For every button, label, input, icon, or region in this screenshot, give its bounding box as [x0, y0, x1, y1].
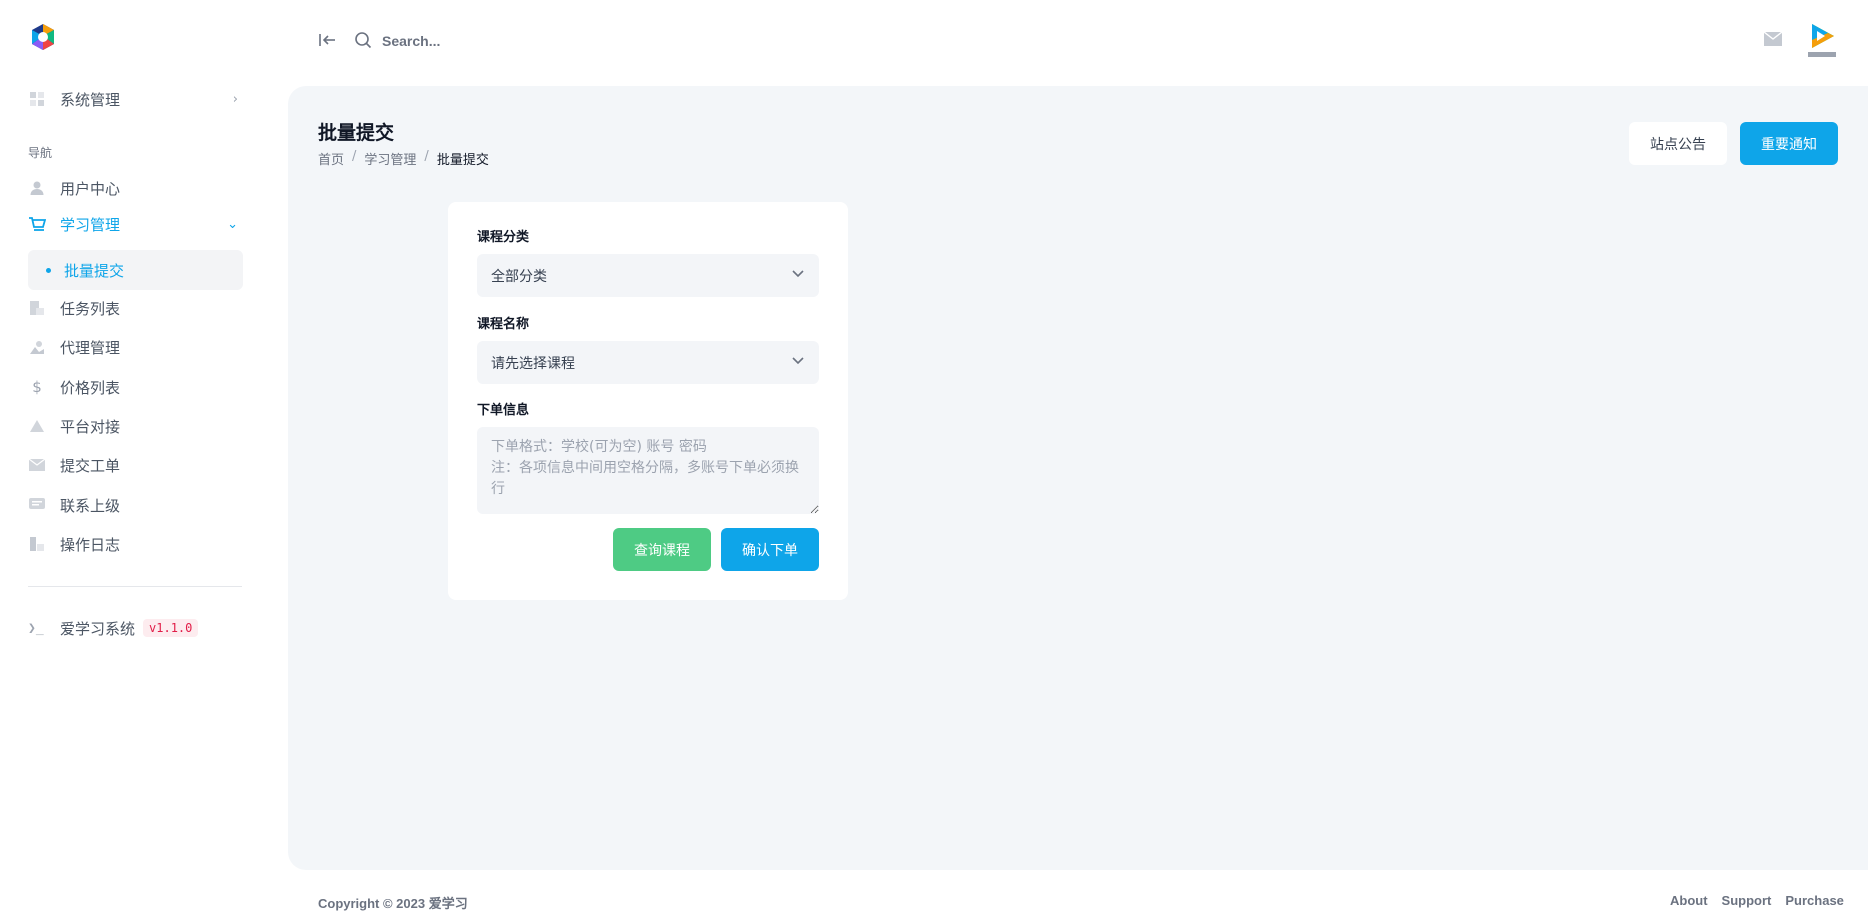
log-icon: [28, 535, 46, 553]
sidebar-item-price-list[interactable]: $ 价格列表: [28, 370, 244, 404]
breadcrumb-study-management[interactable]: 学习管理: [364, 149, 416, 168]
footer-link-support[interactable]: Support: [1722, 893, 1772, 908]
sidebar-item-label: 平台对接: [60, 417, 121, 436]
category-select[interactable]: 全部分类: [477, 254, 819, 297]
sidebar-item-contact-superior[interactable]: 联系上级: [28, 488, 244, 522]
message-icon: [28, 496, 46, 514]
collapse-sidebar-icon[interactable]: [318, 32, 336, 48]
sidebar-item-study-management[interactable]: 学习管理 ⌄: [28, 207, 244, 241]
order-info-textarea[interactable]: [477, 427, 819, 514]
sidebar-item-label: 用户中心: [60, 179, 121, 198]
confirm-order-button[interactable]: 确认下单: [721, 528, 819, 571]
mail-icon: [28, 456, 46, 474]
terminal-icon: ❯_: [28, 620, 44, 636]
grid-icon: [28, 90, 46, 108]
sidebar-item-submit-ticket[interactable]: 提交工单: [28, 448, 244, 482]
breadcrumb-separator: /: [352, 149, 357, 164]
query-course-button[interactable]: 查询课程: [613, 528, 711, 571]
site-announcement-button[interactable]: 站点公告: [1629, 122, 1727, 165]
avatar[interactable]: [1806, 20, 1838, 60]
sidebar-item-label: 系统管理: [60, 90, 121, 109]
category-label: 课程分类: [477, 230, 530, 245]
mail-icon[interactable]: [1764, 32, 1782, 46]
chevron-down-icon: [792, 357, 804, 365]
footer-copyright: Copyright © 2023 爱学习: [318, 896, 468, 911]
sidebar-item-platform-integration[interactable]: 平台对接: [28, 409, 244, 443]
app-version-row[interactable]: ❯_ 爱学习系统 v1.1.0: [28, 615, 199, 641]
chevron-right-icon: ›: [232, 91, 238, 107]
breadcrumb-separator: /: [424, 149, 429, 164]
version-badge: v1.1.0: [143, 619, 199, 637]
sidebar-item-task-list[interactable]: 任务列表: [28, 291, 244, 325]
bullet-dot: [46, 267, 51, 273]
nav-heading: 导航: [28, 146, 53, 160]
course-select-value: 请先选择课程: [491, 355, 575, 372]
app-name: 爱学习系统: [60, 619, 136, 638]
app-logo[interactable]: [27, 22, 59, 54]
chevron-down-icon: [792, 270, 804, 278]
sidebar-item-label: 任务列表: [60, 299, 121, 318]
footer-link-purchase[interactable]: Purchase: [1785, 893, 1844, 908]
app-root: 系统管理 › 导航 用户中心 学习管理 ⌄ 批量提交 任务列表 代理管理 $ 价…: [0, 0, 1868, 922]
sidebar-item-agent-management[interactable]: 代理管理: [28, 330, 244, 364]
chevron-down-icon: ⌄: [227, 216, 238, 232]
sidebar-subitem-batch-submit[interactable]: 批量提交: [28, 250, 243, 290]
sidebar-item-label: 代理管理: [60, 338, 121, 357]
triangle-icon: [28, 417, 46, 435]
sidebar-item-label: 操作日志: [60, 535, 121, 554]
important-notice-button[interactable]: 重要通知: [1740, 122, 1838, 165]
dollar-icon: $: [32, 378, 42, 396]
category-select-value: 全部分类: [491, 268, 547, 285]
sidebar-item-label: 提交工单: [60, 456, 121, 475]
breadcrumb-home[interactable]: 首页: [318, 149, 344, 168]
footer-links: About Support Purchase: [1670, 893, 1844, 908]
main-panel: 批量提交 首页 / 学习管理 / 批量提交 站点公告 重要通知 课程分类 全部分…: [288, 86, 1868, 870]
batch-submit-form: 课程分类 全部分类 课程名称 请先选择课程 下单信息 查询课程 确认下单: [448, 202, 848, 600]
breadcrumb-current: 批量提交: [436, 153, 489, 168]
sidebar-item-operation-log[interactable]: 操作日志: [28, 527, 244, 561]
topbar: [270, 0, 1868, 82]
task-icon: [28, 299, 46, 317]
sidebar-item-label: 价格列表: [60, 378, 121, 397]
order-info-label: 下单信息: [477, 403, 530, 418]
user-icon: [28, 179, 46, 197]
course-label: 课程名称: [477, 317, 530, 332]
footer-link-about[interactable]: About: [1670, 893, 1708, 908]
search-input[interactable]: [382, 26, 682, 56]
sidebar-subitem-label: 批量提交: [64, 261, 125, 280]
sidebar-item-label: 学习管理: [60, 215, 121, 234]
search-icon: [355, 32, 372, 49]
sidebar-divider: [28, 586, 242, 587]
cart-icon: [28, 215, 46, 233]
breadcrumb: 首页 / 学习管理 / 批量提交: [318, 149, 489, 168]
agent-icon: [28, 338, 46, 356]
page-title: 批量提交: [318, 122, 395, 144]
sidebar-item-label: 联系上级: [60, 496, 121, 515]
sidebar-item-system[interactable]: 系统管理 ›: [28, 82, 244, 116]
sidebar-item-user-center[interactable]: 用户中心: [28, 171, 244, 205]
course-select[interactable]: 请先选择课程: [477, 341, 819, 384]
sidebar: 系统管理 › 导航 用户中心 学习管理 ⌄ 批量提交 任务列表 代理管理 $ 价…: [0, 0, 270, 922]
